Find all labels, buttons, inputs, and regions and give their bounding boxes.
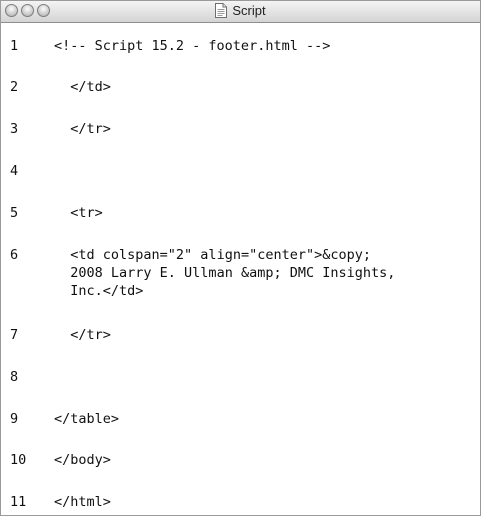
code-line: 11 </html>: [1, 493, 459, 511]
line-number: 2: [10, 79, 19, 95]
line-number: 4: [10, 163, 19, 179]
code-text: <td colspan="2" align="center">&copy; 20…: [70, 247, 396, 299]
code-line: 9 </table>: [1, 410, 459, 428]
line-number: 1: [10, 38, 19, 54]
code-line: 10 </body>: [1, 451, 459, 469]
window-title-group: Script: [1, 3, 480, 18]
line-number: 11: [10, 494, 27, 510]
code-line: 6 <td colspan="2" align="center">&copy; …: [1, 246, 459, 300]
line-number: 7: [10, 327, 19, 343]
code-text: <tr>: [54, 205, 103, 221]
code-text: </td>: [54, 79, 111, 95]
code-text: </html>: [54, 494, 111, 510]
window-title: Script: [232, 3, 266, 18]
line-number: 3: [10, 121, 19, 137]
code-text: </table>: [54, 411, 120, 427]
code-line: 2 </td>: [1, 78, 459, 96]
title-bar[interactable]: Script: [1, 1, 480, 23]
code-text: </tr>: [54, 327, 111, 343]
line-number: 5: [10, 205, 19, 221]
script-window: Script 1 <!-- Script 15.2 - footer.html …: [0, 0, 481, 516]
code-line: 3 </tr>: [1, 120, 459, 138]
code-text: </tr>: [54, 121, 111, 137]
code-line: 1 <!-- Script 15.2 - footer.html -->: [1, 37, 459, 55]
code-line: 8: [1, 368, 459, 386]
line-number: 6: [10, 247, 19, 263]
line-number: 10: [10, 452, 27, 468]
code-text: <!-- Script 15.2 - footer.html -->: [54, 38, 331, 54]
line-number: 8: [10, 369, 19, 385]
code-line: 4: [1, 162, 459, 180]
document-icon: [215, 3, 228, 18]
code-line: 5 <tr>: [1, 204, 459, 222]
line-number: 9: [10, 411, 19, 427]
code-text: </body>: [54, 452, 111, 468]
code-line: 7 </tr>: [1, 326, 459, 344]
